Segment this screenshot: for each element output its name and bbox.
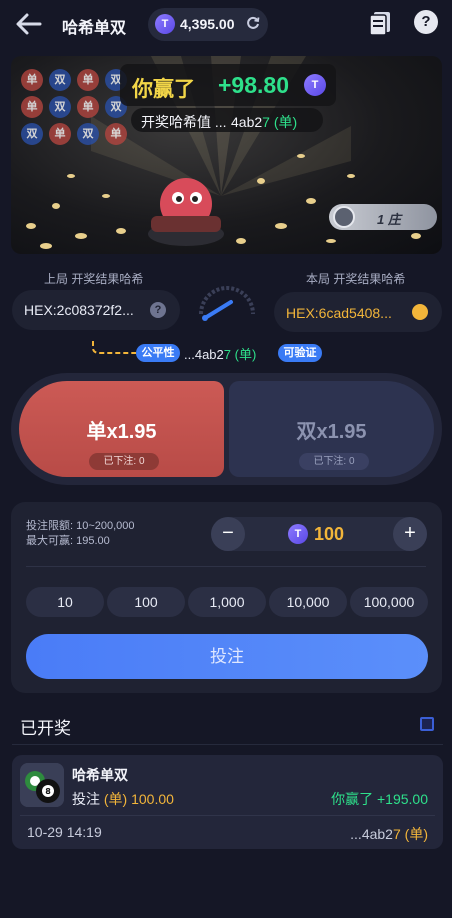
balance-pill[interactable]: T 4,395.00 <box>148 8 268 41</box>
fairness-tag[interactable]: 公平性 <box>136 344 180 362</box>
record-win: 你赢了 +195.00 <box>331 791 428 807</box>
history-toggle-icon[interactable] <box>420 717 434 731</box>
mascot-character-image <box>148 178 224 246</box>
bet-odd-button[interactable]: 单x1.95 已下注: 0 <box>19 381 224 477</box>
record-time: 10-29 14:19 <box>27 824 102 840</box>
prev-hash-box[interactable]: HEX:2c08372f2... ? <box>12 290 180 330</box>
record-bet: 投注 (单) 100.00 <box>72 791 174 807</box>
even-odds-label: 双x1.95 <box>296 421 367 443</box>
bet-panel: 投注限额: 10~200,000 最大可赢: 195.00 − T 100 + … <box>11 502 442 693</box>
result-banner: 单 双 单 双 单 双 单 双 单 双 单 双 你赢了 +98.80 T 开奖哈… <box>11 56 442 254</box>
chip-10000[interactable]: 10,000 <box>269 587 347 617</box>
current-hash-box[interactable]: HEX:6cad5408... <box>274 292 442 332</box>
chip-10[interactable]: 10 <box>26 587 104 617</box>
win-notice: 你赢了 +98.80 T <box>120 64 336 106</box>
max-win-line: 最大可赢: 195.00 <box>26 535 110 547</box>
chip-100000[interactable]: 100,000 <box>350 587 428 617</box>
svg-text:8: 8 <box>45 787 51 796</box>
app-header: 哈希单双 T 4,395.00 ? <box>0 0 452 50</box>
chip-100[interactable]: 100 <box>107 587 185 617</box>
grid-badge: 单 <box>21 69 43 91</box>
place-bet-button[interactable]: 投注 <box>26 634 428 679</box>
round-badge: 1 庄 <box>329 204 437 230</box>
prev-hash-label: 上局 开奖结果哈希 <box>44 272 144 286</box>
record-hash: ...4ab27 (单) <box>350 826 428 842</box>
decrease-button[interactable]: − <box>211 517 245 551</box>
fairness-row: 公平性 ...4ab27 (单) 可验证 <box>0 340 452 366</box>
grid-badge: 双 <box>49 69 71 91</box>
fairness-hash: ...4ab27 (单) <box>184 347 257 362</box>
question-icon[interactable]: ? <box>150 302 166 318</box>
draw-hash-pill: 开奖哈希值 ... 4ab27 (单) <box>131 108 323 132</box>
stake-stepper: − T 100 + <box>211 517 427 551</box>
billiard-balls-icon: 8 <box>20 763 64 807</box>
coin-icon: T <box>288 524 308 544</box>
verifiable-tag[interactable]: 可验证 <box>278 344 322 362</box>
coin-icon: T <box>155 14 175 34</box>
grid-badge: 单 <box>77 96 99 118</box>
balance-value: 4,395.00 <box>180 16 235 32</box>
even-stake-badge: 已下注: 0 <box>299 453 369 470</box>
refresh-icon[interactable] <box>246 16 260 30</box>
divider <box>20 815 435 816</box>
divider <box>12 744 443 745</box>
history-title: 已开奖 <box>20 719 71 738</box>
increase-button[interactable]: + <box>393 517 427 551</box>
gauge-icon <box>199 286 255 321</box>
bet-selector: 单x1.95 已下注: 0 双x1.95 已下注: 0 <box>11 373 442 485</box>
page-title: 哈希单双 <box>62 20 127 37</box>
limit-line: 投注限额: 10~200,000 <box>26 520 135 532</box>
fairness-connector-decoration <box>92 341 136 354</box>
star-icon <box>333 206 355 228</box>
current-hash-label: 本局 开奖结果哈希 <box>306 272 406 286</box>
record-game-name: 哈希单双 <box>72 767 128 783</box>
prev-hash-value: HEX:2c08372f2... <box>24 302 134 318</box>
odd-stake-badge: 已下注: 0 <box>89 453 159 470</box>
help-icon[interactable]: ? <box>414 10 438 34</box>
history-record[interactable]: 8 哈希单双 投注 (单) 100.00 你赢了 +195.00 10-29 1… <box>12 755 443 849</box>
divider <box>26 566 426 567</box>
grid-badge: 单 <box>21 96 43 118</box>
back-arrow-icon[interactable] <box>14 10 44 38</box>
grid-badge: 单 <box>77 69 99 91</box>
odd-odds-label: 单x1.95 <box>86 421 157 443</box>
bet-limits: 投注限额: 10~200,000 最大可赢: 195.00 <box>26 519 135 549</box>
round-label: 1 庄 <box>377 212 401 227</box>
stake-amount[interactable]: 100 <box>314 524 344 545</box>
chip-1000[interactable]: 1,000 <box>188 587 266 617</box>
win-amount: +98.80 <box>218 72 289 98</box>
win-label: 你赢了 <box>132 78 195 101</box>
current-hash-value: HEX:6cad5408... <box>286 305 392 321</box>
records-doc-icon[interactable] <box>368 10 392 36</box>
hash-tail: 4ab27 (单) <box>231 114 298 130</box>
grid-badge: 双 <box>49 96 71 118</box>
coin-icon: T <box>304 74 326 96</box>
bet-even-button[interactable]: 双x1.95 已下注: 0 <box>229 381 434 477</box>
hash-label: 开奖哈希值 ... <box>141 114 227 130</box>
copy-icon[interactable] <box>412 304 428 320</box>
